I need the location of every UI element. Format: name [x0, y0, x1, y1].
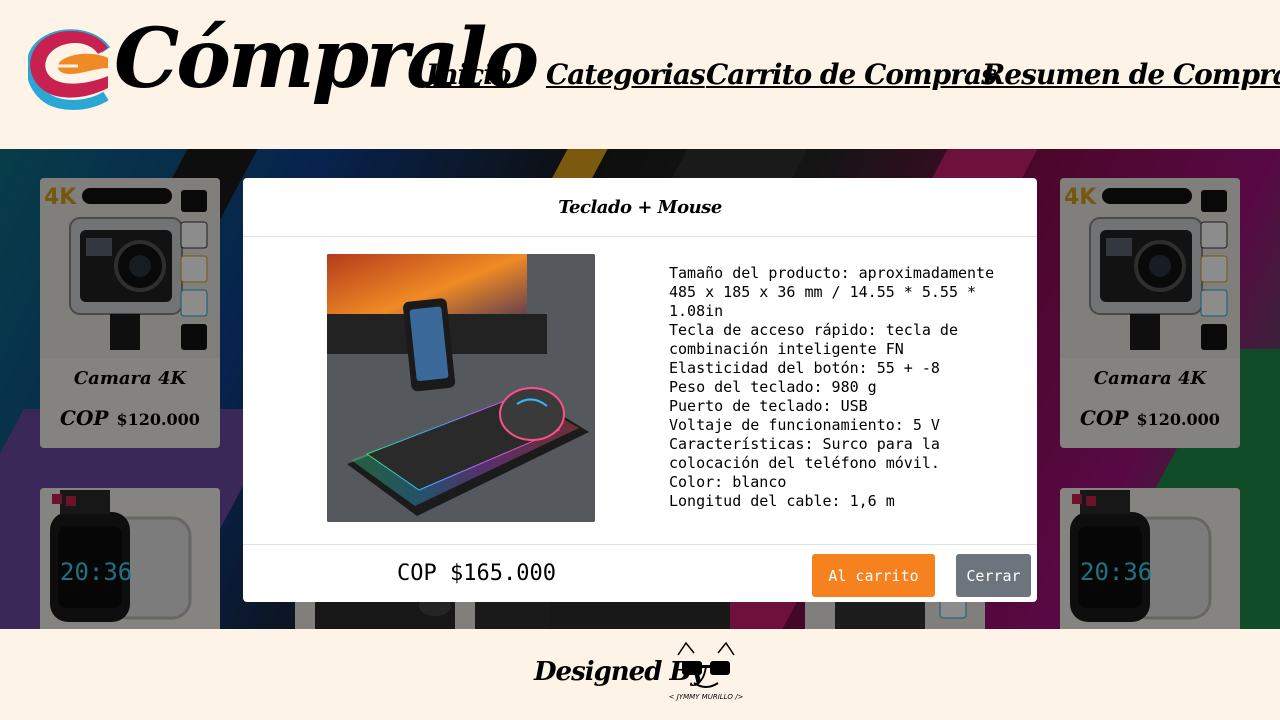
nav-link-resumen[interactable]: Resumen de Compras [982, 58, 1280, 91]
product-modal: Teclado + Mouse Tamaño del producto: apr… [243, 178, 1037, 602]
author-logo-text: < JYMMY MURILLO /> [669, 693, 744, 701]
modal-product-image [327, 254, 595, 522]
modal-header: Teclado + Mouse [243, 178, 1037, 237]
description-line: Puerto de teclado: USB [669, 397, 868, 415]
description-line: Tecla de acceso rápido: tecla de combina… [669, 321, 968, 358]
description-line: Características: Surco para la colocació… [669, 435, 949, 472]
modal-footer: COP $165.000 Al carrito Cerrar [243, 544, 1037, 603]
modal-title: Teclado + Mouse [558, 197, 722, 218]
description-line: Peso del teclado: 980 g [669, 378, 877, 396]
add-to-cart-button[interactable]: Al carrito [812, 554, 935, 597]
modal-price: COP $165.000 [397, 561, 556, 586]
modal-description: Tamaño del producto: aproximadamente 485… [669, 264, 1009, 511]
description-line: Longitud del cable: 1,6 m [669, 492, 895, 510]
site-header: Cómpralo Inicio Categorias Carrito de Co… [0, 0, 1280, 149]
description-line: Color: blanco [669, 473, 787, 491]
brand-mark-icon [28, 29, 111, 110]
close-modal-button[interactable]: Cerrar [956, 554, 1031, 597]
nav-link-inicio[interactable]: Inicio [426, 58, 511, 91]
site-footer: Designed By < JYMMY MURILLO /> [0, 629, 1280, 720]
description-line: Tamaño del producto: aproximadamente 485… [669, 264, 1004, 320]
brand-logo[interactable]: Cómpralo [28, 18, 539, 144]
nav-link-carrito[interactable]: Carrito de Compras [706, 58, 997, 91]
description-line: Elasticidad del botón: 55 + -8 [669, 359, 940, 377]
author-cat-logo-icon: < JYMMY MURILLO /> [669, 641, 744, 701]
nav-link-categorias[interactable]: Categorias [546, 58, 706, 91]
description-line: Voltaje de funcionamiento: 5 V [669, 416, 940, 434]
